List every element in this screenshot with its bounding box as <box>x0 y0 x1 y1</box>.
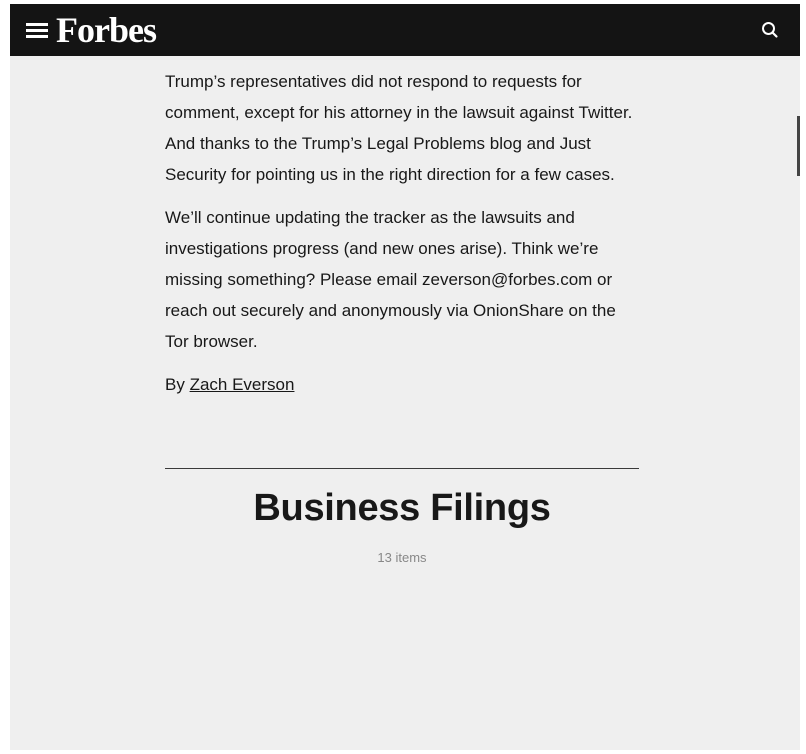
article-paragraph-tracker-updates: We’ll continue updating the tracker as t… <box>165 208 616 351</box>
search-icon[interactable] <box>760 20 780 40</box>
hamburger-menu-icon[interactable] <box>26 21 48 39</box>
author-link[interactable]: Zach Everson <box>190 375 295 394</box>
byline-prefix: By <box>165 375 185 394</box>
forbes-logo[interactable]: Forbes <box>56 10 157 50</box>
article-body: Trump’s representatives did not respond … <box>165 56 639 400</box>
byline: By Zach Everson <box>165 369 639 400</box>
top-navigation-bar: Forbes <box>10 4 800 56</box>
scrollbar-thumb[interactable] <box>797 116 800 176</box>
page-viewport: Forbes Trump’s representatives did not r… <box>10 4 800 750</box>
article-paragraph-acknowledgements: Trump’s representatives did not respond … <box>165 72 633 184</box>
section-item-count: 13 items <box>377 550 427 565</box>
section-title: Business Filings <box>253 487 551 529</box>
section-divider <box>165 468 639 469</box>
